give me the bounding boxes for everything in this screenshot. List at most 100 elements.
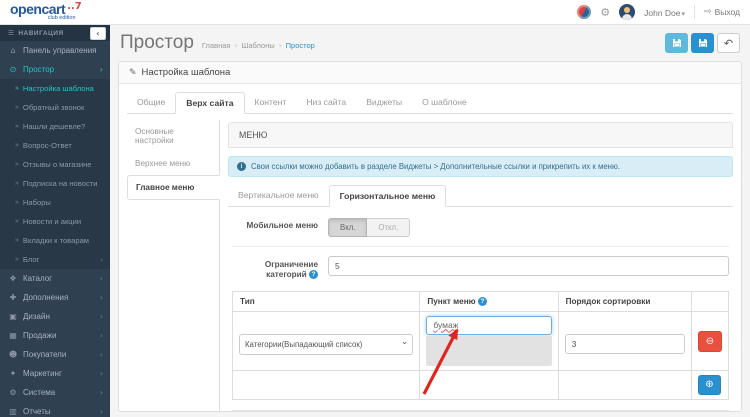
settings-panel: ✎ Настройка шаблона Общие Верх сайта Кон… [118,61,742,412]
chevron-right-icon: › [100,274,103,283]
tab-general[interactable]: Общие [127,92,175,114]
sidebar-item-prostor[interactable]: ⊙ Простор › [0,60,110,79]
tab-vertical-menu[interactable]: Вертикальное меню [228,185,329,207]
sidebar-subitem-news[interactable]: » Новости и акции [0,212,110,231]
sidebar-item-marketing[interactable]: ✦ Маркетинг › [0,364,110,383]
chevron-right-icon: › [100,331,103,340]
chevron-right-icon: › [100,350,103,359]
menu-tabs: Вертикальное меню Горизонтальное меню [228,185,733,207]
sidebar-item-label: Каталог [23,274,52,283]
breadcrumb-templates[interactable]: Шаблоны [241,41,274,50]
cart-icon: ▦ [8,331,18,340]
bullet-icon: » [15,142,19,149]
sidebar-subitem-label: Подписка на новости [23,179,98,188]
sidebar-subitem-faq[interactable]: » Вопрос-Ответ [0,136,110,155]
sidebar-subitem-blog[interactable]: » Блог › [0,250,110,269]
breadcrumb-current[interactable]: Простор [286,41,315,50]
dashboard-icon: ⌂ [8,46,18,55]
hamburger-icon: ☰ [8,29,14,37]
tab-horizontal-menu[interactable]: Горизонтальное меню [329,185,447,207]
opencart-logo[interactable]: opencart ..7 club edition [10,2,76,22]
breadcrumb-home[interactable]: Главная [202,41,231,50]
tab-site-bottom[interactable]: Низ сайта [296,92,356,114]
sort-order-input[interactable] [565,334,685,354]
type-select[interactable]: Категории(Выпадающий список) [239,334,413,355]
help-icon[interactable] [309,270,318,279]
chevron-right-icon: › [100,312,103,321]
sidebar-item-system[interactable]: ⚙ Система › [0,383,110,402]
sidebar-collapse-button[interactable]: ‹ [90,27,106,40]
brand-edition: club edition [48,16,76,22]
pencil-icon: ✎ [129,68,137,78]
column-header-actions [691,291,728,311]
bullet-icon: » [15,85,19,92]
side-tab-basic-settings[interactable]: Основные настройки [127,120,220,152]
bullet-icon: » [15,218,19,225]
page-title: Простор [120,32,194,54]
panel-title: Настройка шаблона [142,67,231,78]
sidebar-subitem-product-tabs[interactable]: » Вкладки к товарам [0,231,110,250]
sidebar-item-customers[interactable]: ☻ Покупатели › [0,345,110,364]
main-tabs: Общие Верх сайта Контент Низ сайта Видже… [127,92,733,114]
chevron-right-icon: › [100,256,103,264]
sidebar-subitem-sets[interactable]: » Наборы [0,193,110,212]
tab-about[interactable]: О шаблоне [412,92,477,114]
menu-item-input[interactable]: бумаж [426,316,551,335]
sidebar-item-catalog[interactable]: ❖ Каталог › [0,269,110,288]
save-button[interactable] [691,33,714,53]
sidebar-item-dashboard[interactable]: ⌂ Панель управления [0,41,110,60]
sidebar-subitem-store-reviews[interactable]: » Отзывы о магазине [0,155,110,174]
gear-icon[interactable]: ⚙ [600,6,610,19]
bullet-icon: » [15,180,19,187]
toggle-off-button[interactable]: Откл. [367,218,410,237]
side-tab-top-menu[interactable]: Верхнее меню [127,152,220,175]
logout-button[interactable]: ⇨ Выход [704,7,740,17]
tab-content[interactable]: Контент [245,92,297,114]
sidebar: ☰ НАВИГАЦИЯ ‹ ⌂ Панель управления ⊙ Прос… [0,25,110,417]
delete-row-button[interactable]: ⊖ [698,331,722,352]
sidebar-item-design[interactable]: ▣ Дизайн › [0,307,110,326]
sidebar-subitem-found-cheaper[interactable]: » Нашли дешевле? [0,117,110,136]
floppy-icon [698,38,708,48]
sidebar-subitem-label: Новости и акции [23,217,81,226]
catalog-icon: ❖ [8,274,18,283]
tab-site-top[interactable]: Верх сайта [175,92,244,114]
column-header-sort-order: Порядок сортировки [558,291,691,311]
sidebar-subitem-label: Вопрос-Ответ [23,141,72,150]
toggle-on-button[interactable]: Вкл. [328,218,367,237]
side-tab-main-menu[interactable]: Главное меню [127,175,220,200]
share-icon: ✦ [8,369,18,378]
sidebar-subitem-callback[interactable]: » Обратный звонок [0,98,110,117]
autocomplete-dropdown[interactable] [426,336,551,366]
column-header-menu-item: Пункт меню [420,291,558,311]
bullet-icon: » [15,123,19,130]
top-header: opencart ..7 club edition ⚙ John Doe▾ ⇨ … [0,0,750,25]
sidebar-nav-header: ☰ НАВИГАЦИЯ ‹ [0,25,110,41]
chevron-right-icon: › [100,293,103,302]
category-limit-input[interactable] [328,256,729,276]
sidebar-item-sales[interactable]: ▦ Продажи › [0,326,110,345]
sidebar-item-label: Продажи [23,331,56,340]
bullet-icon: » [15,199,19,206]
add-row-button[interactable]: ⊕ [698,375,721,395]
help-icon[interactable] [478,297,487,306]
divider [694,5,695,19]
sidebar-subitem-template-settings[interactable]: » Настройка шаблона [0,79,110,98]
sidebar-subitem-newsletter[interactable]: » Подписка на новости [0,174,110,193]
store-icon[interactable] [577,5,591,19]
save-stay-button[interactable] [665,33,688,53]
table-footer-row: ⊕ [233,370,729,399]
sidebar-item-extensions[interactable]: ✚ Дополнения › [0,288,110,307]
user-menu[interactable]: John Doe▾ [644,3,685,21]
info-icon: i [237,162,246,171]
section-title: МЕНЮ [228,122,733,148]
design-icon: ▣ [8,312,18,321]
back-button[interactable]: ↶ [717,33,740,53]
tab-widgets[interactable]: Виджеты [356,92,412,114]
chevron-right-icon: › [100,407,103,416]
page-header: Простор Главная › Шаблоны › Простор [110,25,750,61]
avatar[interactable] [619,4,635,20]
sidebar-item-reports[interactable]: ▥ Отчеты › [0,402,110,417]
chevron-right-icon: › [100,65,103,74]
panel-heading: ✎ Настройка шаблона [119,62,741,84]
